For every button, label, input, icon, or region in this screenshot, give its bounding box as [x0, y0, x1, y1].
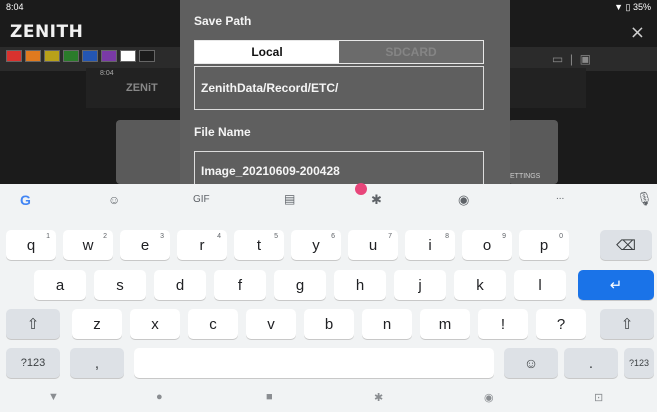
tab-sdcard[interactable]: SDCARD	[339, 41, 483, 63]
symbols-key[interactable]: ?123	[6, 348, 60, 378]
color-swatch[interactable]	[139, 50, 155, 62]
key-hint: 6	[331, 233, 335, 240]
key-p[interactable]: p0	[519, 230, 569, 260]
shift-key-right[interactable]: ⇧	[600, 309, 654, 339]
key-e[interactable]: e3	[120, 230, 170, 260]
chrome-icon[interactable]: ◉	[484, 391, 494, 404]
close-icon[interactable]: ×	[630, 22, 645, 43]
enter-key[interactable]: ↵	[578, 270, 654, 300]
key-hint: 4	[217, 233, 221, 240]
key-y[interactable]: y6	[291, 230, 341, 260]
status-time: 8:04	[6, 2, 24, 12]
key-m[interactable]: m	[420, 309, 470, 339]
preview-logo: ZENiT	[126, 82, 158, 94]
key-exclamation[interactable]: !	[478, 309, 528, 339]
key-j[interactable]: j	[394, 270, 446, 300]
gif-button[interactable]: GIF	[193, 194, 210, 205]
preview-time: 8:04	[100, 70, 114, 77]
color-swatch[interactable]	[120, 50, 136, 62]
key-hint: 1	[46, 233, 50, 240]
nav-settings-icon[interactable]: ✱	[374, 391, 383, 404]
key-hint: 5	[274, 233, 278, 240]
color-swatch[interactable]	[82, 50, 98, 62]
text-cursor-handle[interactable]	[355, 183, 367, 195]
save-path-label: Save Path	[194, 14, 252, 28]
color-swatch[interactable]	[6, 50, 22, 62]
screenshot-icon[interactable]: ⊡	[594, 391, 603, 404]
color-swatch[interactable]	[44, 50, 60, 62]
key-hint: 3	[160, 233, 164, 240]
key-x[interactable]: x	[130, 309, 180, 339]
key-t[interactable]: t5	[234, 230, 284, 260]
battery-status: ▼ ▯ 35%	[614, 2, 651, 12]
key-hint: 0	[559, 233, 563, 240]
key-r[interactable]: r4	[177, 230, 227, 260]
file-name-label: File Name	[194, 125, 251, 139]
key-d[interactable]: d	[154, 270, 206, 300]
key-u[interactable]: u7	[348, 230, 398, 260]
settings-tile[interactable]: ETTINGS	[508, 120, 558, 184]
more-icon[interactable]: ...	[556, 191, 564, 202]
app-logo: ZENITH	[10, 22, 84, 42]
key-h[interactable]: h	[334, 270, 386, 300]
key-question[interactable]: ?	[536, 309, 586, 339]
key-o[interactable]: o9	[462, 230, 512, 260]
back-icon[interactable]: ▼	[48, 391, 59, 403]
theme-palette-icon[interactable]: ◉	[458, 192, 469, 208]
color-swatches	[6, 50, 155, 62]
key-b[interactable]: b	[304, 309, 354, 339]
key-c[interactable]: c	[188, 309, 238, 339]
backspace-key[interactable]: ⌫	[600, 230, 652, 260]
battery-percent: 35%	[632, 2, 651, 12]
shift-key-left[interactable]: ⇧	[6, 309, 60, 339]
suggestion-strip: G ☺ GIF ▤ ✱ ◉ ... 🎙	[0, 184, 657, 216]
color-swatch[interactable]	[101, 50, 117, 62]
home-icon[interactable]: ●	[156, 391, 163, 403]
symbols-key-right[interactable]: ?123	[624, 348, 654, 378]
settings-tile-label: ETTINGS	[510, 173, 541, 180]
comma-key[interactable]: ,	[70, 348, 124, 378]
emoji-key[interactable]: ☺	[504, 348, 558, 378]
storage-tabs: Local SDCARD	[194, 40, 484, 64]
key-i[interactable]: i8	[405, 230, 455, 260]
key-a[interactable]: a	[34, 270, 86, 300]
google-icon[interactable]: G	[20, 192, 31, 208]
key-z[interactable]: z	[72, 309, 122, 339]
color-swatch[interactable]	[63, 50, 79, 62]
period-key[interactable]: .	[564, 348, 618, 378]
camera-tile[interactable]	[116, 120, 186, 184]
key-w[interactable]: w2	[63, 230, 113, 260]
microphone-icon[interactable]: 🎙	[636, 191, 653, 207]
key-v[interactable]: v	[246, 309, 296, 339]
key-k[interactable]: k	[454, 270, 506, 300]
color-swatch[interactable]	[25, 50, 41, 62]
key-hint: 8	[445, 233, 449, 240]
navigation-bar: ▼ ● ■ ✱ ◉ ⊡	[0, 384, 657, 412]
key-q[interactable]: q1	[6, 230, 56, 260]
soft-keyboard: G ☺ GIF ▤ ✱ ◉ ... 🎙 q1w2e3r4t5y6u7i8o9p0…	[0, 184, 657, 384]
key-hint: 2	[103, 233, 107, 240]
key-g[interactable]: g	[274, 270, 326, 300]
key-hint: 7	[388, 233, 392, 240]
tab-local[interactable]: Local	[195, 41, 339, 63]
recents-icon[interactable]: ■	[266, 391, 273, 403]
key-f[interactable]: f	[214, 270, 266, 300]
path-field[interactable]: ZenithData/Record/ETC/	[194, 66, 484, 110]
key-hint: 9	[502, 233, 506, 240]
sticker-icon[interactable]: ☺	[108, 193, 120, 207]
key-s[interactable]: s	[94, 270, 146, 300]
settings-icon[interactable]: ✱	[371, 192, 382, 208]
key-l[interactable]: l	[514, 270, 566, 300]
clipboard-icon[interactable]: ▤	[284, 192, 295, 206]
space-key[interactable]	[134, 348, 494, 378]
monitor-icon[interactable]: ▭ | ▣	[552, 52, 591, 66]
save-dialog: Save Path Local SDCARD ZenithData/Record…	[180, 0, 510, 191]
key-n[interactable]: n	[362, 309, 412, 339]
